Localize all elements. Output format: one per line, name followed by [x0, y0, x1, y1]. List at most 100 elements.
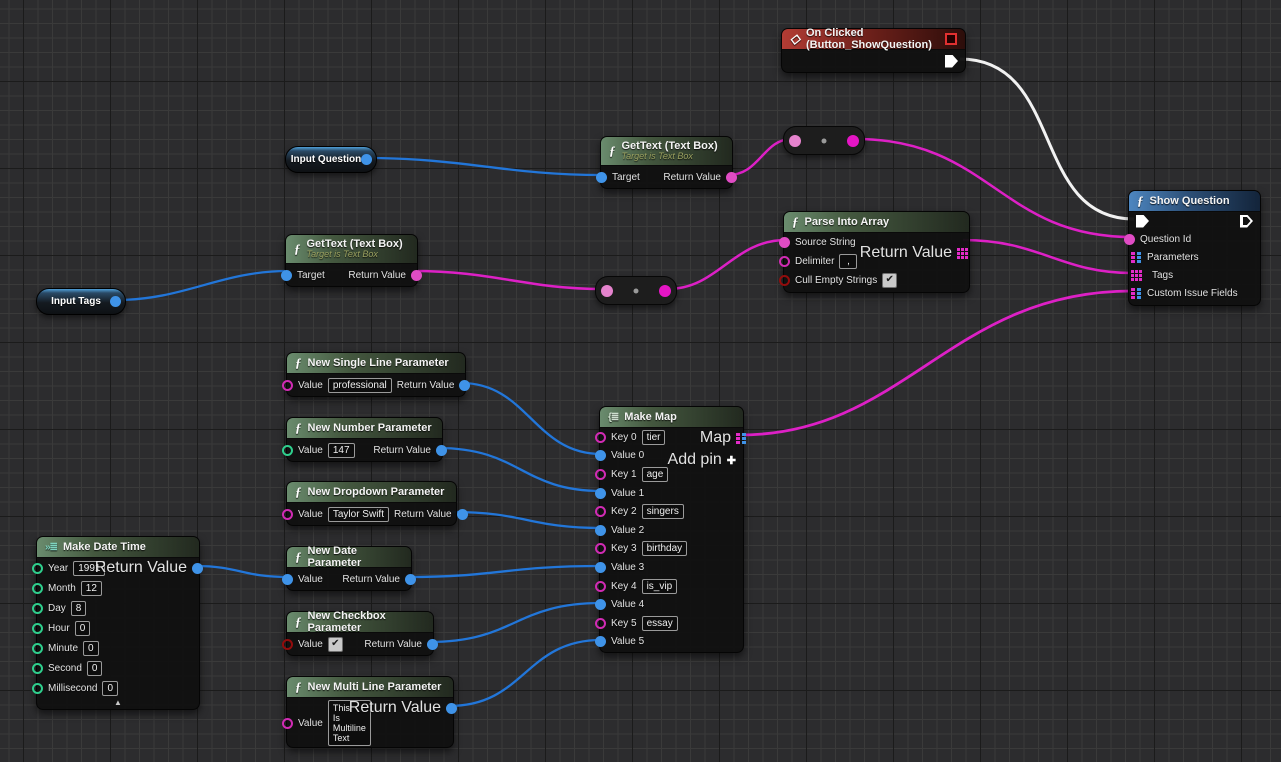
value-pin[interactable] [595, 488, 606, 499]
wire-exec-onclicked-showquestion[interactable] [960, 59, 1134, 219]
reroute-in-pin[interactable] [789, 135, 801, 147]
minute-pin[interactable] [32, 643, 43, 654]
key-pin[interactable] [595, 432, 606, 443]
node-new-single-line-parameter[interactable]: ƒ New Single Line Parameter Value profes… [286, 352, 466, 397]
wire-date-value3[interactable] [407, 566, 601, 577]
value-pin[interactable] [595, 450, 606, 461]
wire-inputquestion-gettext-target[interactable] [366, 158, 602, 175]
key-pin[interactable] [595, 581, 606, 592]
node-gettext-top[interactable]: ƒ GetText (Text Box) Target is Text Box … [600, 136, 733, 189]
key-field[interactable]: singers [642, 504, 684, 519]
wire-checkbox-value4[interactable] [429, 603, 601, 642]
value-pin[interactable] [282, 574, 293, 585]
node-input-tags[interactable]: Input Tags [36, 288, 126, 315]
node-new-number-parameter[interactable]: ƒ New Number Parameter Value 147 Return … [286, 417, 443, 462]
return-value-pin[interactable] [457, 509, 468, 520]
collapse-arrow-icon[interactable]: ▲ [114, 698, 122, 708]
value-field[interactable]: Taylor Swift [328, 507, 389, 522]
value-pin[interactable] [282, 718, 293, 729]
value-pin[interactable] [595, 636, 606, 647]
map-out-pin[interactable] [736, 433, 747, 444]
millisecond-field[interactable]: 0 [102, 681, 118, 696]
return-value-pin[interactable] [726, 172, 737, 183]
target-pin[interactable] [281, 270, 292, 281]
delimiter-pin[interactable] [779, 256, 790, 267]
tags-array-pin[interactable] [1131, 270, 1142, 281]
delegate-pin-icon[interactable] [945, 33, 957, 45]
value-pin[interactable] [595, 599, 606, 610]
node-new-date-parameter[interactable]: ƒ New Date Parameter Value Return Value [286, 546, 412, 591]
wire-gettext-reroute-bottom[interactable] [413, 271, 603, 289]
minute-field[interactable]: 0 [83, 641, 99, 656]
day-pin[interactable] [32, 603, 43, 614]
target-pin[interactable] [596, 172, 607, 183]
reroute-out-pin[interactable] [847, 135, 859, 147]
variable-out-pin[interactable] [110, 296, 121, 307]
reroute-node-tags[interactable] [595, 276, 677, 305]
wire-parsearray-tags[interactable] [963, 240, 1132, 273]
add-pin-button[interactable]: Add pin ✚ [668, 451, 736, 469]
node-on-clicked[interactable]: ◇ On Clicked (Button_ShowQuestion) [781, 28, 966, 73]
cull-empty-strings-checkbox[interactable]: ✔ [882, 273, 897, 288]
value-pin[interactable] [282, 509, 293, 520]
value-pin[interactable] [282, 380, 293, 391]
year-pin[interactable] [32, 563, 43, 574]
return-value-pin[interactable] [459, 380, 470, 391]
variable-out-pin[interactable] [361, 154, 372, 165]
key-field[interactable]: age [642, 467, 669, 482]
second-field[interactable]: 0 [87, 661, 103, 676]
return-value-pin[interactable] [411, 270, 422, 281]
day-field[interactable]: 8 [71, 601, 87, 616]
source-string-pin[interactable] [779, 237, 790, 248]
return-value-pin[interactable] [192, 563, 203, 574]
reroute-out-pin[interactable] [659, 285, 671, 297]
key-field[interactable]: is_vip [642, 579, 678, 594]
value-pin[interactable] [595, 562, 606, 573]
wire-inputtags-gettext-target[interactable] [116, 271, 288, 300]
return-value-pin[interactable] [436, 445, 447, 456]
exec-out-pin[interactable] [1240, 215, 1253, 228]
value-field[interactable]: professional [328, 378, 392, 393]
node-make-date-time[interactable]: »≣ Make Date Time Year 1991 Month 12 Day… [36, 536, 200, 710]
node-new-multi-line-parameter[interactable]: ƒ New Multi Line Parameter Value This Is… [286, 676, 454, 748]
wire-makedatetime-datevalue[interactable] [195, 566, 288, 577]
key-pin[interactable] [595, 618, 606, 629]
wire-singleline-value0[interactable] [461, 383, 601, 454]
hour-pin[interactable] [32, 623, 43, 634]
key-pin[interactable] [595, 469, 606, 480]
hour-field[interactable]: 0 [75, 621, 91, 636]
reroute-in-pin[interactable] [601, 285, 613, 297]
reroute-node-question[interactable] [783, 126, 865, 155]
key-field[interactable]: tier [642, 430, 666, 445]
month-field[interactable]: 12 [81, 581, 102, 596]
node-gettext-bottom[interactable]: ƒ GetText (Text Box) Target is Text Box … [285, 234, 418, 287]
millisecond-pin[interactable] [32, 683, 43, 694]
key-field[interactable]: birthday [642, 541, 688, 556]
blueprint-graph[interactable]: { "graph": { "glyphs": { "function_icon"… [0, 0, 1281, 762]
parameters-map-pin[interactable] [1131, 252, 1142, 263]
key-pin[interactable] [595, 506, 606, 517]
value-field[interactable]: 147 [328, 443, 355, 458]
wire-makemap-customissuefields[interactable] [740, 291, 1132, 435]
cull-empty-strings-pin[interactable] [779, 275, 790, 286]
second-pin[interactable] [32, 663, 43, 674]
wire-number-value1[interactable] [438, 448, 601, 491]
month-pin[interactable] [32, 583, 43, 594]
return-value-pin[interactable] [427, 639, 438, 650]
wire-multiline-value5[interactable] [449, 640, 601, 706]
return-value-pin[interactable] [405, 574, 416, 585]
node-parse-into-array[interactable]: ƒ Parse Into Array Source String Delimit… [783, 211, 970, 293]
return-value-pin[interactable] [446, 703, 457, 714]
string-array-pin[interactable] [957, 248, 968, 259]
exec-in-pin[interactable] [1136, 215, 1149, 228]
value-pin[interactable] [282, 639, 293, 650]
wire-reroute-sourcestring[interactable] [668, 240, 786, 289]
custom-issue-fields-map-pin[interactable] [1131, 288, 1142, 299]
value-pin[interactable] [595, 525, 606, 536]
value-checkbox[interactable]: ✔ [328, 637, 343, 652]
exec-out-pin[interactable] [945, 55, 958, 68]
delimiter-field[interactable]: , [839, 254, 857, 269]
key-pin[interactable] [595, 543, 606, 554]
node-new-checkbox-parameter[interactable]: ƒ New Checkbox Parameter Value ✔ Return … [286, 611, 434, 656]
node-input-question[interactable]: Input Question [285, 146, 377, 173]
